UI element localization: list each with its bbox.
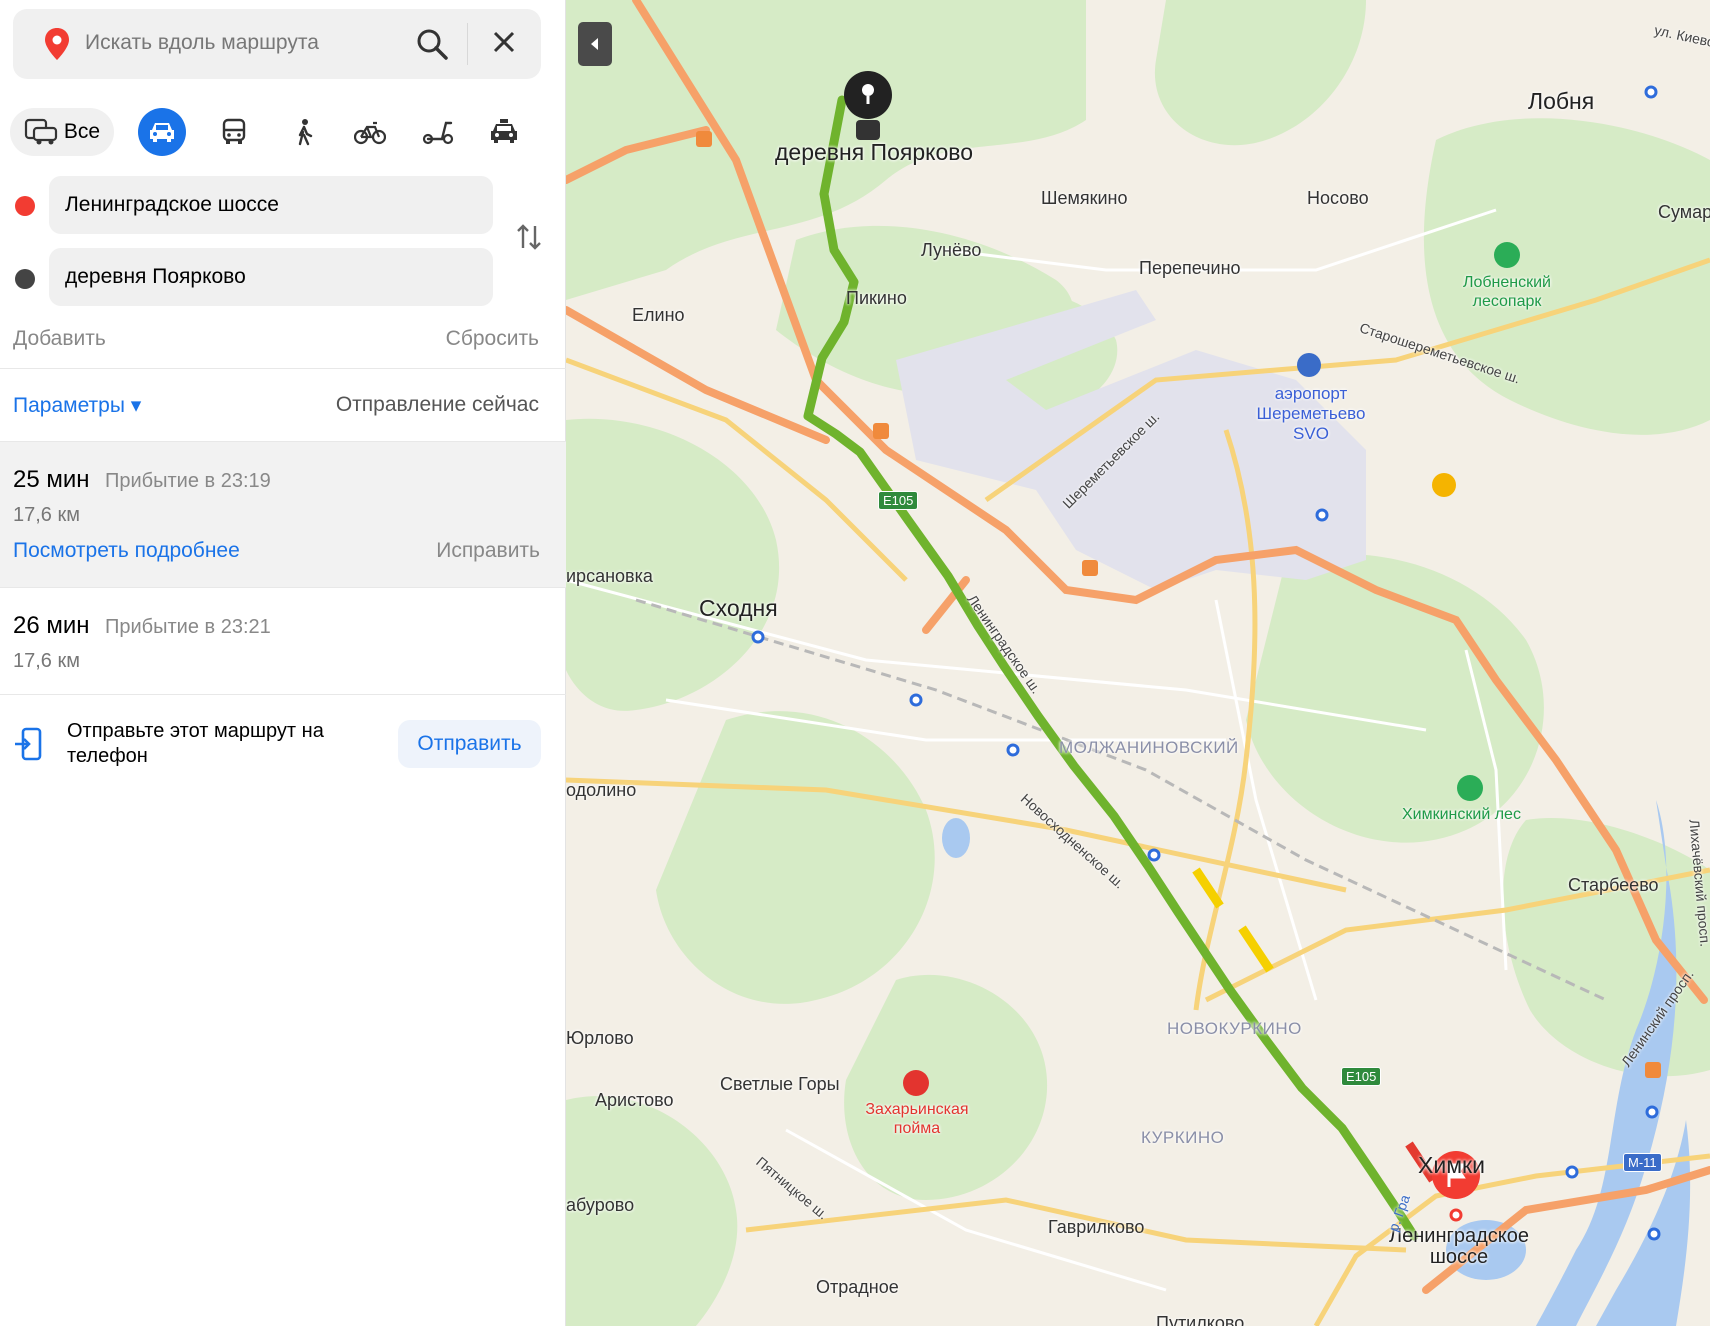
map-label-novokurkino: НОВОКУРКИНО: [1167, 1019, 1302, 1038]
route-from-field[interactable]: Ленинградское шоссе: [49, 176, 493, 234]
park-icon: [1494, 242, 1520, 268]
end-point-dot: [15, 269, 35, 289]
divider: [0, 694, 566, 695]
map-canvas: [566, 0, 1710, 1326]
collapse-panel-button[interactable]: [578, 22, 612, 66]
route-arrival: Прибытие в 23:21: [105, 616, 271, 638]
map-label-khimki: Химки: [1418, 1152, 1485, 1178]
route-option[interactable]: 26 мин Прибытие в 23:21 17,6 км: [0, 588, 566, 694]
taxi-icon: [491, 119, 517, 143]
map-label-lobnya-forest: Лобненский лесопарк: [1462, 274, 1551, 310]
scooter-icon: [422, 121, 454, 145]
mode-all-button[interactable]: Все: [10, 108, 114, 156]
map-pin-icon: [43, 27, 71, 66]
map-label-aristovo: Аристово: [595, 1090, 674, 1110]
route-duration: 26 мин: [13, 612, 90, 639]
map-label-sumar: Сумар: [1658, 202, 1710, 222]
walking-icon: [298, 119, 313, 146]
mode-walk-button[interactable]: [280, 108, 328, 156]
mode-transit-button[interactable]: [210, 108, 258, 156]
map-label-molzhaninovsky: МОЛЖАНИНОВСКИЙ: [1059, 738, 1239, 757]
search-input[interactable]: Искать вдоль маршрута: [85, 31, 319, 55]
route-distance: 17,6 км: [13, 650, 80, 672]
add-point-button[interactable]: Добавить: [13, 327, 106, 351]
route-to-field[interactable]: деревня Поярково: [49, 248, 493, 306]
car-icon: [150, 123, 174, 142]
divider: [0, 368, 566, 369]
map-label-khimki-forest: Химкинский лес: [1402, 806, 1521, 823]
highway-shield-m11: M-11: [1623, 1153, 1662, 1172]
map-label-aburovo: абурово: [566, 1195, 635, 1215]
route-sidebar: Искать вдоль маршрута Все Ленинградское …: [0, 0, 566, 1326]
map-label-lobnya: Лобня: [1528, 88, 1595, 114]
bicycle-icon: [354, 121, 386, 145]
route-fix-button[interactable]: Исправить: [436, 539, 540, 563]
mode-all-label: Все: [63, 120, 101, 143]
highway-shield-e105: E105: [1341, 1067, 1382, 1086]
nature-reserve-icon: [903, 1070, 929, 1096]
mode-car-button[interactable]: [138, 108, 186, 156]
map-label-kirsanovka: ирсановка: [566, 566, 653, 586]
map-label-putilkovo: Путилково: [1156, 1313, 1245, 1326]
route-arrival: Прибытие в 23:19: [105, 470, 271, 492]
route-details-link[interactable]: Посмотреть подробнее: [13, 539, 240, 563]
map-view[interactable]: деревня Поярково Лобня Шемякино Носово Л…: [566, 0, 1710, 1326]
map-label-skhodnya: Сходня: [699, 595, 778, 621]
map-label-shemyakino: Шемякино: [1041, 188, 1128, 208]
map-label-gavrilkovo: Гаврилково: [1048, 1217, 1145, 1237]
map-label-zakharino: Захарьинская пойма: [865, 1101, 969, 1137]
map-label-perepechino: Перепечино: [1139, 258, 1241, 278]
reset-route-button[interactable]: Сбросить: [446, 327, 539, 351]
map-label-odolino: одолино: [566, 780, 637, 800]
route-distance: 17,6 км: [13, 504, 80, 526]
highway-shield-e105: E105: [878, 491, 919, 510]
transport-mode-tabs: Все: [10, 108, 550, 156]
map-label-lunevo: Лунёво: [921, 240, 982, 260]
chevron-left-icon: [591, 38, 598, 50]
map-label-pikino: Пикино: [846, 288, 907, 308]
map-label-kurkino: КУРКИНО: [1141, 1128, 1225, 1147]
route-option-selected[interactable]: 25 мин Прибытие в 23:19 17,6 км Посмотре…: [0, 442, 566, 587]
send-to-phone-button[interactable]: Отправить: [398, 720, 541, 768]
phone-send-icon: [14, 727, 44, 768]
search-divider: [467, 23, 468, 65]
car-bus-icon: [24, 118, 58, 145]
map-label-airport: аэропорт Шереметьево SVO: [1256, 384, 1366, 443]
send-to-phone-text: Отправьте этот маршрут на телефон: [67, 720, 324, 767]
map-label-nosovo: Носово: [1307, 188, 1369, 208]
map-label-starbeevo: Старбеево: [1568, 875, 1659, 895]
mode-bike-button[interactable]: [346, 108, 394, 156]
bus-icon: [222, 118, 246, 144]
map-label-yurlovo: Юрлово: [566, 1028, 634, 1048]
airport-icon: [1297, 353, 1321, 377]
mode-scooter-button[interactable]: [414, 108, 462, 156]
route-search-bar[interactable]: Искать вдоль маршрута: [13, 9, 541, 79]
park-icon: [1457, 775, 1483, 801]
close-icon[interactable]: [491, 29, 517, 60]
departure-time-button[interactable]: Отправление сейчас: [336, 393, 539, 417]
mode-taxi-button[interactable]: [480, 108, 528, 156]
start-point-dot: [15, 196, 35, 216]
swap-points-icon[interactable]: [515, 222, 543, 257]
map-label-svetlye-gory: Светлые Горы: [720, 1074, 840, 1094]
search-icon[interactable]: [415, 27, 449, 66]
map-label-elino: Елино: [632, 305, 685, 325]
map-label-poyarkovo: деревня Поярково: [775, 139, 973, 165]
map-label-otradnoe: Отрадное: [816, 1277, 899, 1297]
route-duration: 25 мин: [13, 466, 90, 493]
poi-icon: [1432, 473, 1456, 497]
parameters-dropdown[interactable]: Параметры ▾: [13, 393, 141, 418]
